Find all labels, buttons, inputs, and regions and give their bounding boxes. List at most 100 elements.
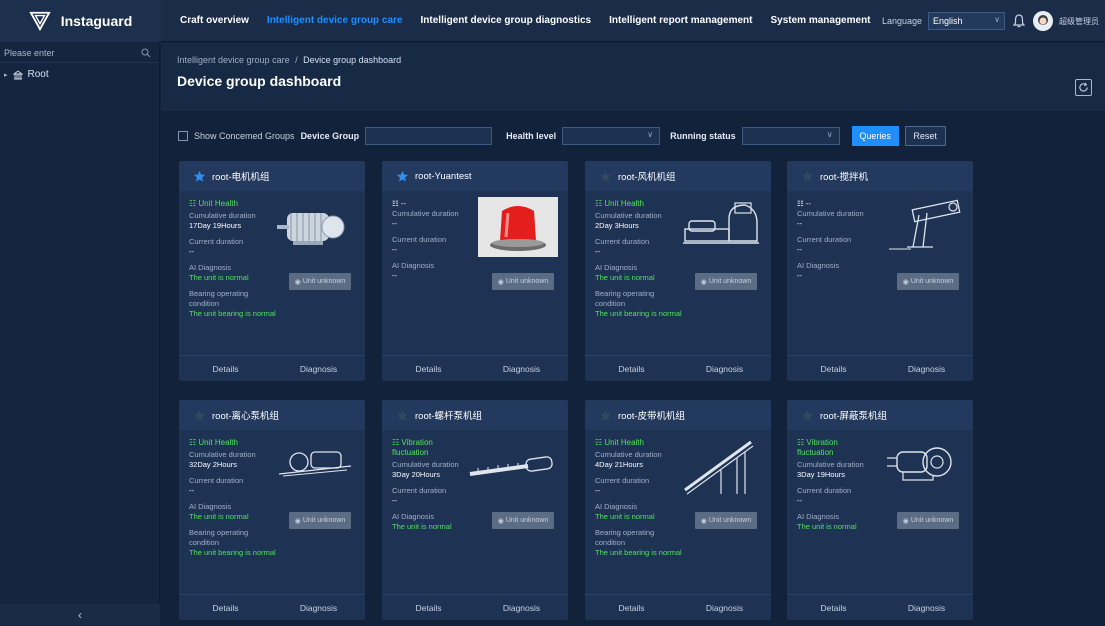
device-group-card[interactable]: root-皮带机机组 ☷ Unit Health Cumulative dura… [585, 400, 771, 620]
chevron-down-icon: ∨ [826, 130, 833, 139]
page-title: Device group dashboard [177, 73, 342, 89]
nav-device-group-diagnostics[interactable]: Intelligent device group diagnostics [412, 0, 601, 42]
star-icon[interactable] [193, 409, 206, 422]
nav-report-management[interactable]: Intelligent report management [600, 0, 761, 42]
device-group-card[interactable]: root-风机机组 ☷ Unit Health Cumulative durat… [585, 161, 771, 381]
device-group-card[interactable]: root-搅拌机 ☷ -- Cumulative duration -- Cur… [787, 161, 973, 381]
user-avatar-icon [1038, 15, 1048, 25]
building-icon [12, 69, 23, 79]
card-footer: Details Diagnosis [179, 594, 365, 620]
bell-icon[interactable] [1011, 13, 1027, 29]
username[interactable]: 超级管理员 [1059, 16, 1099, 27]
health-icon: ☷ [189, 438, 197, 447]
language-select[interactable]: English ∨ [928, 12, 1005, 30]
diagnosis-button[interactable]: Diagnosis [678, 595, 771, 620]
details-button[interactable]: Details [179, 356, 272, 381]
diagnosis-button[interactable]: Diagnosis [880, 595, 973, 620]
caret-right-icon[interactable]: ▸ [4, 71, 8, 79]
bearing-label: Bearing operating condition [595, 528, 655, 547]
device-group-card[interactable]: root-螺杆泵机组 ☷ Vibration fluctuation Cumul… [382, 400, 568, 620]
card-body: ☷ Unit Health Cumulative duration 32Day … [179, 430, 365, 566]
unit-unknown-text: Unit unknown [708, 517, 752, 524]
card-body: ☷ Unit Health Cumulative duration 4Day 2… [585, 430, 771, 566]
breadcrumb-separator: / [295, 55, 298, 65]
card-header: root-屏蔽泵机组 [787, 400, 973, 430]
reset-button[interactable]: Reset [904, 126, 946, 146]
card-footer: Details Diagnosis [787, 594, 973, 620]
refresh-button[interactable] [1075, 79, 1092, 96]
health-text: Unit Health [604, 438, 644, 447]
diagnosis-button[interactable]: Diagnosis [475, 595, 568, 620]
filter-bar: Show Concemed Groups Device Group Health… [178, 125, 946, 147]
search-input[interactable]: Please enter [4, 48, 55, 58]
concerned-groups-checkbox[interactable] [178, 131, 188, 141]
diagnosis-button[interactable]: Diagnosis [475, 356, 568, 381]
current-value: -- [797, 496, 802, 505]
star-icon[interactable] [801, 409, 814, 422]
nav-craft-overview[interactable]: Craft overview [171, 0, 258, 42]
nav-device-group-care[interactable]: Intelligent device group care [258, 0, 412, 42]
bearing-label: Bearing operating condition [189, 289, 249, 308]
sidebar-collapse-button[interactable]: ‹ [0, 604, 160, 626]
refresh-icon [1079, 82, 1088, 92]
unit-unknown-badge: ◉ Unit unknown [492, 512, 554, 529]
device-group-card[interactable]: root-Yuantest ☷ -- Cumulative duration -… [382, 161, 568, 381]
star-icon[interactable] [396, 409, 409, 422]
device-group-input[interactable] [365, 127, 493, 145]
card-header: root-风机机组 [585, 161, 771, 191]
chevron-left-icon: ‹ [78, 608, 82, 622]
motor-image [277, 213, 345, 245]
health-level-select[interactable]: ∨ [562, 127, 661, 145]
avatar[interactable] [1033, 11, 1053, 31]
star-icon[interactable] [396, 170, 409, 183]
device-group-card[interactable]: root-电机机组 ☷ Unit Health Cumulative durat… [179, 161, 365, 381]
health-status: ☷ Vibration fluctuation [392, 438, 462, 458]
card-body: ☷ Unit Health Cumulative duration 2Day 3… [585, 191, 771, 327]
breadcrumb-parent[interactable]: Intelligent device group care [177, 55, 290, 65]
details-button[interactable]: Details [787, 356, 880, 381]
unit-unknown-text: Unit unknown [505, 517, 549, 524]
bearing-value: The unit bearing is normal [189, 548, 276, 557]
details-button[interactable]: Details [179, 595, 272, 620]
device-group-card[interactable]: root-离心泵机组 ☷ Unit Health Cumulative dura… [179, 400, 365, 620]
card-header: root-螺杆泵机组 [382, 400, 568, 430]
card-title: root-皮带机机组 [618, 411, 686, 422]
health-status: ☷ Vibration fluctuation [797, 438, 867, 458]
details-button[interactable]: Details [382, 595, 475, 620]
ai-label: AI Diagnosis [392, 261, 435, 270]
health-text: -- [805, 199, 811, 208]
language-label: Language [881, 16, 922, 26]
card-header: root-电机机组 [179, 161, 365, 191]
card-title: root-Yuantest [415, 170, 472, 182]
query-button[interactable]: Queries [851, 126, 899, 146]
details-button[interactable]: Details [787, 595, 880, 620]
details-button[interactable]: Details [585, 356, 678, 381]
details-button[interactable]: Details [585, 595, 678, 620]
diagnosis-button[interactable]: Diagnosis [880, 356, 973, 381]
alarm-light-image [478, 197, 558, 257]
info-icon: ◉ [497, 278, 506, 286]
concerned-groups-label[interactable]: Show Concemed Groups [194, 131, 295, 141]
diagnosis-button[interactable]: Diagnosis [272, 595, 365, 620]
running-status-select[interactable]: ∨ [741, 127, 840, 145]
brand[interactable]: Instaguard [0, 0, 161, 42]
fan-unit-image [683, 202, 759, 244]
unit-unknown-badge: ◉ Unit unknown [695, 512, 757, 529]
brand-name: Instaguard [60, 12, 133, 29]
device-group-card[interactable]: root-屏蔽泵机组 ☷ Vibration fluctuation Cumul… [787, 400, 973, 620]
info-icon: ◉ [700, 278, 709, 286]
nav-system-management[interactable]: System management [761, 0, 879, 42]
health-icon: ☷ [189, 199, 197, 208]
sidebar-search[interactable]: Please enter [0, 43, 159, 63]
page-header: Intelligent device group care / Device g… [161, 43, 1105, 111]
star-icon[interactable] [193, 170, 206, 183]
star-icon[interactable] [599, 409, 612, 422]
star-icon[interactable] [599, 170, 612, 183]
diagnosis-button[interactable]: Diagnosis [678, 356, 771, 381]
search-icon[interactable] [141, 48, 151, 58]
diagnosis-button[interactable]: Diagnosis [272, 356, 365, 381]
details-button[interactable]: Details [382, 356, 475, 381]
tree-node-root[interactable]: ▸ Root [0, 63, 159, 86]
health-text: -- [400, 199, 406, 208]
star-icon[interactable] [801, 170, 814, 183]
